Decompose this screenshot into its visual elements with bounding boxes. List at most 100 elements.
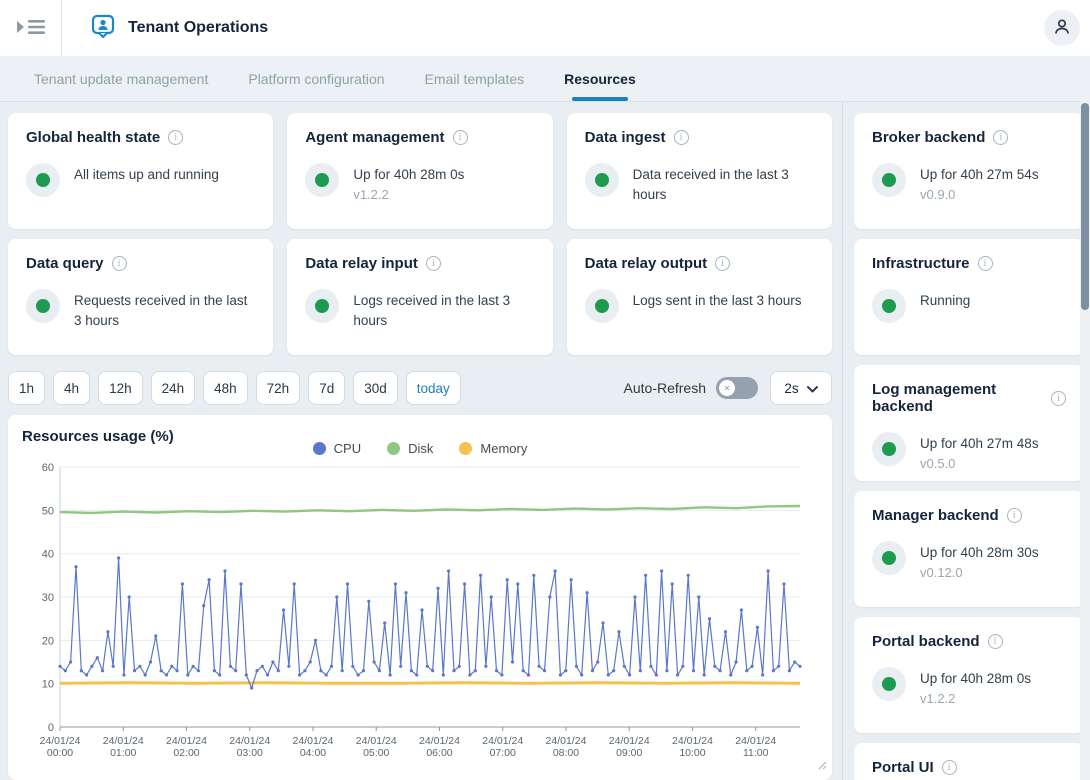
info-icon[interactable]: i — [715, 256, 730, 271]
content-area: Global health state i All items up and r… — [0, 102, 1090, 780]
svg-text:24/01/24: 24/01/24 — [735, 735, 776, 747]
status-text: Running — [920, 289, 970, 311]
status-indicator — [872, 541, 906, 575]
svg-text:24/01/24: 24/01/24 — [482, 735, 523, 747]
time-range-7d[interactable]: 7d — [308, 371, 345, 405]
legend-dot — [459, 442, 472, 455]
status-card: Data query i Requests received in the la… — [8, 239, 273, 355]
time-range-24h[interactable]: 24h — [151, 371, 196, 405]
card-title: Data relay input — [305, 255, 418, 272]
time-range-4h[interactable]: 4h — [53, 371, 90, 405]
svg-text:24/01/24: 24/01/24 — [419, 735, 460, 747]
info-icon[interactable]: i — [426, 256, 441, 271]
version-text: v1.2.2 — [353, 187, 464, 202]
legend-dot — [313, 442, 326, 455]
card-title: Log management backend — [872, 381, 1043, 415]
status-text: Up for 40h 28m 30s — [920, 541, 1039, 563]
time-range-1h[interactable]: 1h — [8, 371, 45, 405]
status-dot-green — [36, 173, 50, 187]
info-icon[interactable]: i — [988, 634, 1003, 649]
legend-label: CPU — [334, 441, 361, 456]
card-title: Infrastructure — [872, 255, 970, 272]
version-text: v0.5.0 — [920, 456, 1039, 471]
info-icon[interactable]: i — [1051, 391, 1066, 406]
status-indicator — [872, 163, 906, 197]
info-icon[interactable]: i — [978, 256, 993, 271]
svg-text:05:00: 05:00 — [363, 747, 389, 759]
status-card: Manager backend i Up for 40h 28m 30s v0.… — [854, 491, 1084, 607]
time-range-72h[interactable]: 72h — [256, 371, 301, 405]
card-title: Data relay output — [585, 255, 708, 272]
status-indicator — [872, 667, 906, 701]
status-text: Up for 40h 28m 0s — [920, 667, 1031, 689]
resize-handle-icon[interactable] — [818, 757, 827, 775]
time-range-12h[interactable]: 12h — [98, 371, 143, 405]
status-card: Global health state i All items up and r… — [8, 113, 273, 229]
status-text: Logs sent in the last 3 hours — [633, 289, 802, 311]
legend-dot — [387, 442, 400, 455]
info-icon[interactable]: i — [453, 130, 468, 145]
tenant-badge-icon — [90, 13, 116, 44]
svg-text:11:00: 11:00 — [743, 747, 769, 759]
collapse-sidebar-button[interactable] — [0, 0, 62, 56]
time-range-today[interactable]: today — [406, 371, 461, 405]
tab-resources[interactable]: Resources — [544, 56, 656, 101]
status-dot-green — [882, 677, 896, 691]
info-icon[interactable]: i — [942, 760, 957, 775]
time-range-buttons: 1h4h12h24h48h72h7d30dtoday — [8, 371, 461, 405]
version-text: v0.12.0 — [920, 565, 1039, 580]
tab-tenant-update-management[interactable]: Tenant update management — [14, 56, 228, 101]
refresh-interval-select[interactable]: 2s — [770, 371, 832, 405]
info-icon[interactable]: i — [112, 256, 127, 271]
auto-refresh-toggle[interactable]: ✕ — [716, 377, 758, 399]
svg-text:06:00: 06:00 — [426, 747, 452, 759]
status-card: Portal backend i Up for 40h 28m 0s v1.2.… — [854, 617, 1084, 733]
card-title: Global health state — [26, 129, 160, 146]
info-icon[interactable]: i — [993, 130, 1008, 145]
svg-text:24/01/24: 24/01/24 — [166, 735, 207, 747]
time-range-30d[interactable]: 30d — [353, 371, 398, 405]
scrollbar-thumb[interactable] — [1081, 103, 1089, 310]
legend-item[interactable]: CPU — [313, 441, 361, 456]
services-column: Broker backend i Up for 40h 27m 54s v0.9… — [842, 102, 1090, 780]
user-avatar-button[interactable] — [1044, 10, 1080, 46]
health-cards-grid: Global health state i All items up and r… — [8, 113, 832, 355]
status-indicator — [26, 163, 60, 197]
status-card: Portal UI i — [854, 743, 1084, 780]
svg-text:40: 40 — [42, 549, 54, 561]
version-text: v0.9.0 — [920, 187, 1039, 202]
card-title: Data ingest — [585, 129, 666, 146]
status-indicator — [872, 432, 906, 466]
status-indicator — [872, 289, 906, 323]
collapse-sidebar-icon — [17, 17, 45, 40]
status-card: Log management backend i Up for 40h 27m … — [854, 365, 1084, 481]
tab-bar: Tenant update managementPlatform configu… — [0, 56, 1090, 102]
svg-text:20: 20 — [42, 635, 54, 647]
card-title: Agent management — [305, 129, 444, 146]
info-icon[interactable]: i — [674, 130, 689, 145]
chart-controls-row: 1h4h12h24h48h72h7d30dtoday Auto-Refresh … — [8, 371, 832, 405]
svg-text:10: 10 — [42, 679, 54, 691]
info-icon[interactable]: i — [168, 130, 183, 145]
card-title: Broker backend — [872, 129, 985, 146]
status-card: Infrastructure i Running — [854, 239, 1084, 355]
svg-text:24/01/24: 24/01/24 — [40, 735, 81, 747]
chevron-down-icon — [807, 381, 818, 396]
info-icon[interactable]: i — [1007, 508, 1022, 523]
tab-platform-configuration[interactable]: Platform configuration — [228, 56, 404, 101]
status-dot-green — [882, 173, 896, 187]
legend-label: Disk — [408, 441, 433, 456]
resources-usage-chart[interactable]: 010203040506024/01/2400:0024/01/2401:002… — [22, 457, 806, 763]
page-scrollbar[interactable] — [1080, 101, 1090, 780]
status-dot-green — [595, 173, 609, 187]
status-text: Data received in the last 3 hours — [633, 163, 814, 204]
card-title: Portal UI — [872, 759, 934, 776]
legend-item[interactable]: Memory — [459, 441, 527, 456]
version-text: v1.2.2 — [920, 691, 1031, 706]
time-range-48h[interactable]: 48h — [203, 371, 248, 405]
status-card: Data relay output i Logs sent in the las… — [567, 239, 832, 355]
legend-item[interactable]: Disk — [387, 441, 433, 456]
svg-text:01:00: 01:00 — [110, 747, 136, 759]
tab-email-templates[interactable]: Email templates — [405, 56, 545, 101]
status-dot-green — [882, 442, 896, 456]
